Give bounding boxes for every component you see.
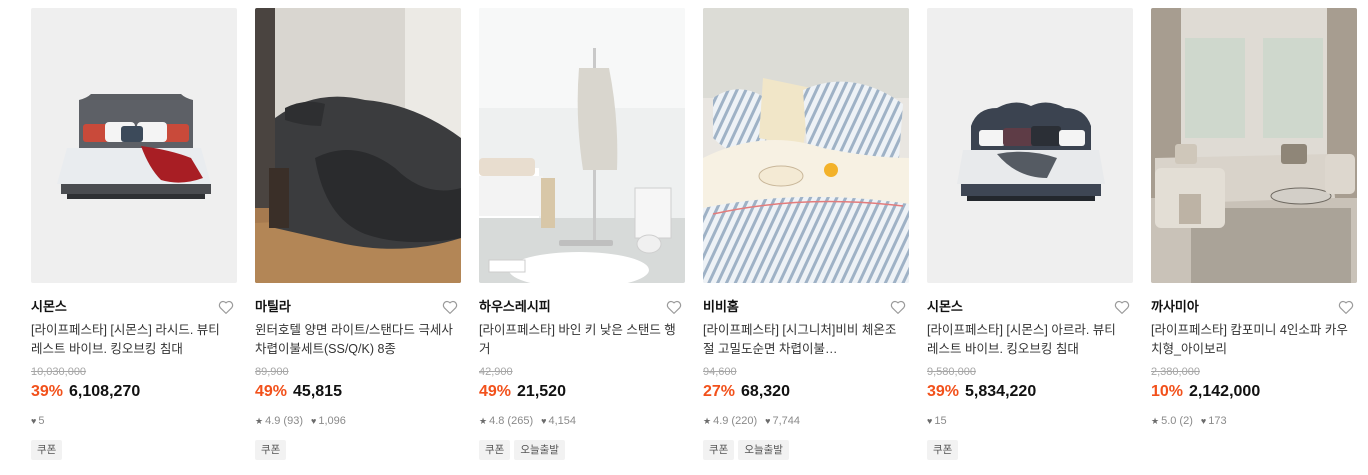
coupon-tag: 쿠폰 xyxy=(927,440,959,460)
heart-outline-icon[interactable] xyxy=(217,298,235,316)
like-count: 5 xyxy=(38,415,45,427)
like-count: 7,744 xyxy=(772,415,800,427)
same-day-shipping-tag: 오늘출발 xyxy=(514,440,565,460)
tag-list: 쿠폰 오늘출발 xyxy=(479,440,569,460)
product-image[interactable] xyxy=(479,8,685,283)
discount-rate: 49% xyxy=(479,383,512,400)
heart-outline-icon[interactable] xyxy=(889,298,907,316)
product-meta: ♥ 5 xyxy=(31,414,44,428)
product-title[interactable]: [라이프페스타] [시몬스] 라시드. 뷰티레스트 바이브. 킹오브킹 침대 xyxy=(31,321,231,359)
original-price: 10,030,000 xyxy=(31,366,87,378)
product-card[interactable]: 시몬스 [라이프페스타] [시몬스] 라시드. 뷰티레스트 바이브. 킹오브킹 … xyxy=(31,8,237,468)
product-meta: ★ 5.0 (2) ♥ 173 xyxy=(1151,414,1227,428)
tag-list: 쿠폰 오늘출발 xyxy=(703,440,793,460)
tag-list: 쿠폰 xyxy=(255,440,290,460)
original-price: 2,380,000 xyxy=(1151,366,1200,378)
heart-outline-icon[interactable] xyxy=(665,298,683,316)
product-title[interactable]: [라이프페스타] 캄포미니 4인소파 카우치형_아이보리 xyxy=(1151,321,1351,359)
discount-rate: 10% xyxy=(1151,383,1184,400)
sale-price: 45,815 xyxy=(293,383,342,400)
product-image[interactable] xyxy=(927,8,1133,283)
heart-outline-icon[interactable] xyxy=(1113,298,1131,316)
brand-name[interactable]: 시몬스 xyxy=(927,298,963,316)
product-meta: ★ 4.9 (220) ♥ 7,744 xyxy=(703,414,800,428)
product-card[interactable]: 시몬스 [라이프페스타] [시몬스] 아르라. 뷰티레스트 바이브. 킹오브킹 … xyxy=(927,8,1133,468)
discount-rate: 49% xyxy=(255,383,288,400)
product-image[interactable] xyxy=(255,8,461,283)
product-title[interactable]: [라이프페스타] [시몬스] 아르라. 뷰티레스트 바이브. 킹오브킹 침대 xyxy=(927,321,1127,359)
heart-outline-icon[interactable] xyxy=(441,298,459,316)
heart-filled-icon: ♥ xyxy=(927,416,933,426)
original-price: 9,580,000 xyxy=(927,366,976,378)
hanger-photo xyxy=(479,8,685,283)
original-price: 89,900 xyxy=(255,366,289,378)
like-count: 15 xyxy=(934,415,947,427)
product-title[interactable]: [라이프페스타] [시그니처]비비 체온조절 고밀도순면 차렵이불… xyxy=(703,321,903,359)
like-count: 1,096 xyxy=(318,415,346,427)
sale-price: 21,520 xyxy=(517,383,566,400)
star-icon: ★ xyxy=(479,416,488,426)
product-grid: 시몬스 [라이프페스타] [시몬스] 라시드. 뷰티레스트 바이브. 킹오브킹 … xyxy=(0,0,1368,475)
heart-outline-icon[interactable] xyxy=(1337,298,1355,316)
heart-filled-icon: ♥ xyxy=(31,416,37,426)
rating: 4.9 (220) xyxy=(713,415,758,427)
heart-filled-icon: ♥ xyxy=(311,416,317,426)
product-card[interactable]: 비비홈 [라이프페스타] [시그니처]비비 체온조절 고밀도순면 차렵이불… 9… xyxy=(703,8,909,468)
coupon-tag: 쿠폰 xyxy=(703,440,735,460)
product-card[interactable]: 까사미아 [라이프페스타] 캄포미니 4인소파 카우치형_아이보리 2,380,… xyxy=(1151,8,1357,468)
like-count: 4,154 xyxy=(548,415,576,427)
tag-list: 쿠폰 xyxy=(927,440,962,460)
rating: 5.0 (2) xyxy=(1161,415,1193,427)
bed-photo xyxy=(927,8,1133,283)
product-meta: ★ 4.8 (265) ♥ 4,154 xyxy=(479,414,576,428)
coupon-tag: 쿠폰 xyxy=(255,440,287,460)
product-card[interactable]: 마틸라 윈터호텔 양면 라이트/스탠다드 극세사 차렵이불세트(SS/Q/K) … xyxy=(255,8,461,468)
product-image[interactable] xyxy=(31,8,237,283)
like-count: 173 xyxy=(1208,415,1227,427)
brand-name[interactable]: 까사미아 xyxy=(1151,298,1199,316)
brand-name[interactable]: 시몬스 xyxy=(31,298,67,316)
tag-list: 쿠폰 xyxy=(31,440,66,460)
product-meta: ★ 4.9 (93) ♥ 1,096 xyxy=(255,414,346,428)
product-card[interactable]: 하우스레시피 [라이프페스타] 바인 키 낮은 스탠드 행거 42,900 49… xyxy=(479,8,685,468)
coupon-tag: 쿠폰 xyxy=(479,440,511,460)
brand-name[interactable]: 비비홈 xyxy=(703,298,739,316)
original-price: 94,600 xyxy=(703,366,737,378)
striped-bedding-photo xyxy=(703,8,909,283)
heart-filled-icon: ♥ xyxy=(765,416,771,426)
sale-price: 6,108,270 xyxy=(69,383,141,400)
rating: 4.8 (265) xyxy=(489,415,534,427)
same-day-shipping-tag: 오늘출발 xyxy=(738,440,789,460)
star-icon: ★ xyxy=(255,416,264,426)
bed-photo xyxy=(31,8,237,283)
product-title[interactable]: 윈터호텔 양면 라이트/스탠다드 극세사 차렵이불세트(SS/Q/K) 8종 xyxy=(255,321,455,359)
sofa-photo xyxy=(1151,8,1357,283)
discount-rate: 27% xyxy=(703,383,736,400)
coupon-tag: 쿠폰 xyxy=(31,440,63,460)
product-title[interactable]: [라이프페스타] 바인 키 낮은 스탠드 행거 xyxy=(479,321,679,359)
sale-price: 5,834,220 xyxy=(965,383,1037,400)
original-price: 42,900 xyxy=(479,366,513,378)
sale-price: 68,320 xyxy=(741,383,790,400)
discount-rate: 39% xyxy=(927,383,960,400)
sale-price: 2,142,000 xyxy=(1189,383,1261,400)
star-icon: ★ xyxy=(1151,416,1160,426)
brand-name[interactable]: 마틸라 xyxy=(255,298,291,316)
product-image[interactable] xyxy=(703,8,909,283)
rating: 4.9 (93) xyxy=(265,415,303,427)
product-image[interactable] xyxy=(1151,8,1357,283)
star-icon: ★ xyxy=(703,416,712,426)
heart-filled-icon: ♥ xyxy=(541,416,547,426)
heart-filled-icon: ♥ xyxy=(1200,416,1207,426)
product-meta: ♥ 15 xyxy=(927,414,947,428)
bedding-photo xyxy=(255,8,461,283)
discount-rate: 39% xyxy=(31,383,64,400)
brand-name[interactable]: 하우스레시피 xyxy=(479,298,551,316)
